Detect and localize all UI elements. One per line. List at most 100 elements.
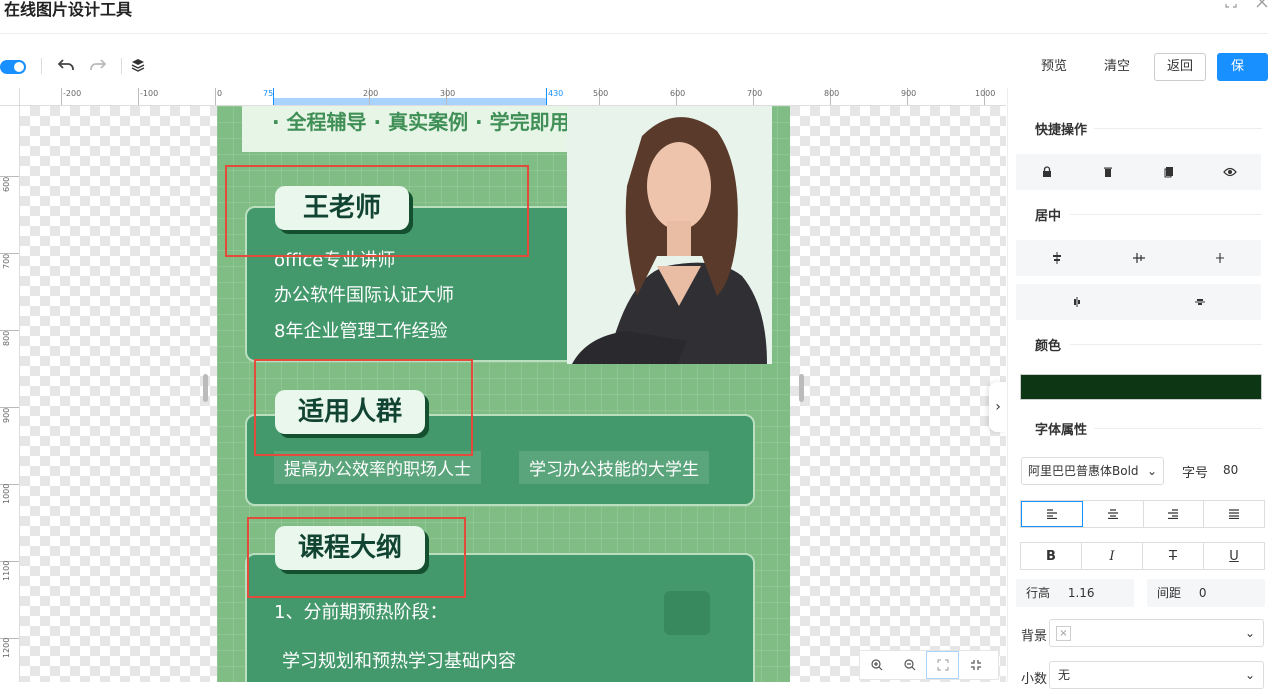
background-label: 背景 (1021, 629, 1048, 644)
decimal-value: 无 (1058, 668, 1071, 682)
trash-icon[interactable] (1077, 154, 1138, 190)
ruler-label: 1200 (2, 637, 11, 658)
clear-button[interactable]: 清空 (1096, 53, 1138, 81)
canvas-resize-handle-right[interactable] (799, 374, 804, 402)
title-bar: 在线图片设计工具 (0, 0, 1268, 34)
no-color-icon: × (1056, 626, 1071, 641)
ruler-label: 600 (670, 89, 686, 98)
canvas-workspace[interactable]: · 全程辅导 · 真实案例 · 学完即用 王老师 office专业讲师 办公软件… (20, 106, 1006, 682)
ruler-corner (0, 88, 20, 106)
close-icon[interactable] (1256, 0, 1268, 12)
ruler-label: 1100 (2, 560, 11, 581)
ruler-selection (273, 98, 546, 105)
align-row-2 (1016, 284, 1261, 320)
italic-button[interactable]: I (1082, 543, 1143, 569)
tagline-text[interactable]: · 全程辅导 · 真实案例 · 学完即用 (272, 106, 570, 135)
chevron-down-icon: ⌄ (1244, 626, 1255, 640)
ruler-label: 0 (217, 89, 223, 98)
briefcase-icon (664, 591, 710, 635)
teacher-line[interactable]: 8年企业管理工作经验 (274, 317, 447, 343)
align-middle-icon[interactable] (1098, 240, 1180, 276)
copy-icon[interactable] (1139, 154, 1200, 190)
ruler-label: 600 (2, 176, 11, 192)
distribute-vertical-icon[interactable] (1139, 284, 1262, 320)
actual-size-icon[interactable] (959, 651, 992, 679)
ruler-label: 700 (2, 253, 11, 269)
line-height-value: 1.16 (1067, 586, 1095, 600)
ruler-label: 500 (593, 89, 609, 98)
back-button[interactable]: 返回 (1154, 53, 1207, 81)
selection-highlight (225, 165, 529, 257)
align-row-1 (1016, 240, 1261, 276)
bold-button[interactable]: B (1021, 543, 1082, 569)
outline-line[interactable]: 1、分前期预热阶段： (274, 598, 447, 624)
text-align-group (1020, 500, 1265, 528)
font-size-input[interactable]: 80 (1223, 463, 1238, 477)
color-title: 颜色 (1035, 339, 1062, 354)
selection-highlight (254, 359, 473, 456)
ruler-label: 800 (2, 330, 11, 346)
undo-icon[interactable] (55, 54, 77, 76)
app-title: 在线图片设计工具 (4, 0, 133, 19)
underline-button[interactable]: U (1204, 543, 1264, 569)
properties-panel: 快捷操作 居中 颜色 字体属性 阿里巴巴普惠体Bold ⌄ 字号 80 B I … (1007, 88, 1268, 689)
line-height-field[interactable]: 行高 1.16 (1016, 579, 1134, 607)
ruler-label: -200 (63, 89, 82, 98)
align-center-vertical-icon[interactable] (1016, 240, 1098, 276)
font-family-select[interactable]: 阿里巴巴普惠体Bold ⌄ (1021, 457, 1164, 485)
ruler-label: 900 (2, 407, 11, 423)
ruler-top: -200 -100 0 75 200 300 430 500 600 700 8… (20, 88, 1006, 106)
decimal-label: 小数 (1021, 672, 1048, 687)
divider (121, 58, 122, 74)
text-style-group: B I T U (1020, 542, 1265, 570)
chevron-down-icon: ⌄ (1244, 668, 1255, 682)
color-picker[interactable] (1020, 374, 1262, 400)
spacing-field[interactable]: 间距 0 (1147, 579, 1265, 607)
zoom-controls (859, 650, 999, 680)
outline-line[interactable]: 学习规划和预热学习基础内容 (282, 647, 516, 673)
align-right-icon[interactable] (1144, 501, 1205, 527)
fit-screen-icon[interactable] (926, 651, 959, 679)
redo-icon[interactable] (87, 54, 109, 76)
ruler-label: 1000 (975, 89, 996, 98)
eye-icon[interactable] (1200, 154, 1261, 190)
align-justify-icon[interactable] (1204, 501, 1264, 527)
canvas-resize-handle-left[interactable] (203, 374, 208, 402)
font-size-label: 字号 (1182, 466, 1209, 481)
lock-icon[interactable] (1016, 154, 1077, 190)
layers-icon[interactable] (127, 54, 149, 76)
teacher-photo[interactable] (567, 106, 772, 364)
decimal-select[interactable]: 无 ⌄ (1049, 661, 1264, 689)
grid-toggle[interactable] (0, 60, 26, 74)
line-height-label: 行高 (1026, 586, 1051, 600)
ruler-label: 75 (263, 89, 274, 98)
audience-tag[interactable]: 学习办公技能的大学生 (519, 451, 709, 484)
ruler-label: 300 (440, 89, 456, 98)
ruler-label: -100 (140, 89, 159, 98)
selection-highlight (247, 517, 466, 598)
ruler-label: 430 (548, 89, 564, 98)
spacing-value: 0 (1198, 586, 1207, 600)
ruler-left: 600 700 800 900 1000 1100 1200 (0, 106, 20, 682)
strikethrough-button[interactable]: T (1143, 543, 1204, 569)
preview-button[interactable]: 预览 (1033, 53, 1075, 81)
maximize-icon[interactable] (1225, 0, 1237, 12)
zoom-in-icon[interactable] (860, 651, 893, 679)
quick-ops-row (1016, 154, 1261, 190)
ruler-label: 900 (901, 89, 917, 98)
align-left-icon[interactable] (1021, 501, 1083, 527)
align-cross-icon[interactable] (1179, 240, 1261, 276)
toolbar: 预览 清空 返回 保存 (0, 44, 1268, 102)
teacher-line[interactable]: 办公软件国际认证大师 (274, 281, 454, 307)
spacing-label: 间距 (1157, 586, 1182, 600)
font-family-value: 阿里巴巴普惠体Bold (1028, 464, 1139, 478)
distribute-horizontal-icon[interactable] (1016, 284, 1139, 320)
ruler-label: 1000 (2, 483, 11, 504)
divider (41, 58, 42, 74)
background-select[interactable]: × ⌄ (1049, 619, 1264, 647)
zoom-out-icon[interactable] (893, 651, 926, 679)
save-button[interactable]: 保存 (1217, 53, 1268, 102)
collapse-panel-button[interactable]: › (989, 382, 1007, 432)
font-title: 字体属性 (1035, 423, 1088, 438)
align-center-icon[interactable] (1083, 501, 1144, 527)
